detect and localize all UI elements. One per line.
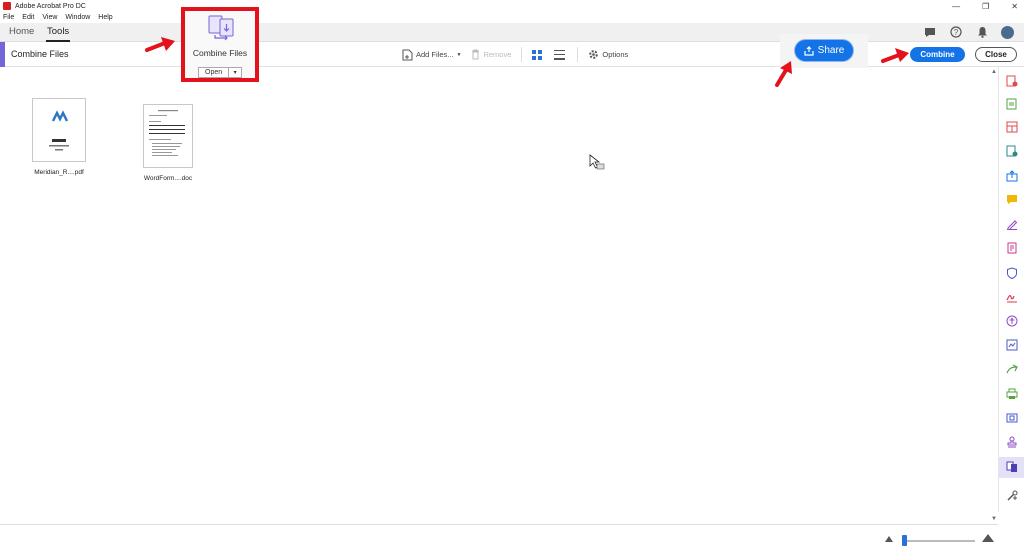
- comment-icon[interactable]: [923, 25, 937, 39]
- acrobat-app-icon: [3, 2, 11, 10]
- file-thumbnail-pdf[interactable]: Meridian_R....pdf: [28, 98, 93, 176]
- add-file-icon: [402, 49, 413, 60]
- menu-view[interactable]: View: [42, 14, 57, 21]
- toolbar-divider-2: [577, 47, 579, 62]
- combine-files-icon: [208, 15, 234, 41]
- menu-window[interactable]: Window: [65, 14, 90, 21]
- user-avatar[interactable]: [1001, 25, 1014, 39]
- compare-files-icon[interactable]: [1006, 339, 1018, 351]
- thumbnail-size-slider[interactable]: [905, 540, 975, 542]
- file-label: Meridian_R....pdf: [34, 169, 84, 176]
- mouse-cursor-icon: [589, 154, 605, 170]
- more-tools-icon[interactable]: [1006, 490, 1018, 502]
- organize-pages-icon[interactable]: [1006, 145, 1018, 157]
- remove-button[interactable]: Remove: [471, 49, 511, 60]
- stamp-icon[interactable]: [1006, 436, 1018, 448]
- toolbar-divider: [521, 47, 523, 62]
- arrow-to-share-icon: [775, 61, 792, 87]
- tab-tools[interactable]: Tools: [45, 26, 71, 42]
- tool-accent-bar: [0, 42, 5, 67]
- open-dropdown-icon[interactable]: ▾: [229, 68, 241, 77]
- tab-home[interactable]: Home: [9, 26, 34, 37]
- share-file-icon[interactable]: [1006, 170, 1018, 182]
- window-controls: — ❐ ✕: [952, 0, 1018, 12]
- print-production-icon[interactable]: [1006, 388, 1018, 400]
- add-files-label: Add Files...: [416, 50, 454, 59]
- notification-bell-icon[interactable]: [975, 25, 989, 39]
- menu-edit[interactable]: Edit: [22, 14, 34, 21]
- accessibility-icon[interactable]: [1006, 315, 1018, 327]
- document-text-lines-icon: [149, 110, 185, 156]
- close-button[interactable]: Close: [975, 47, 1017, 62]
- slider-handle[interactable]: [902, 535, 907, 546]
- menu-file[interactable]: File: [3, 14, 14, 21]
- meridian-logo-icon: [49, 110, 69, 151]
- tool-title: Combine Files: [11, 49, 69, 59]
- share-label: Share: [817, 45, 845, 56]
- open-button[interactable]: Open: [199, 68, 230, 77]
- combine-files-sidebar-icon[interactable]: [1006, 461, 1018, 473]
- restore-button[interactable]: ❐: [982, 2, 989, 11]
- svg-text:?: ?: [954, 28, 959, 37]
- share-icon: [804, 45, 814, 56]
- chevron-down-icon: ▼: [456, 51, 462, 58]
- prepare-form-icon[interactable]: [1006, 242, 1018, 254]
- export-pdf-icon[interactable]: [1006, 121, 1018, 133]
- gear-icon: [589, 50, 599, 59]
- options-button[interactable]: Options: [588, 49, 628, 60]
- scroll-up-icon[interactable]: ▲: [991, 69, 997, 75]
- options-label: Options: [602, 50, 629, 59]
- toolbar-actions: Add Files... ▼ Remove Options: [402, 46, 638, 63]
- scan-ocr-icon[interactable]: [1006, 412, 1018, 424]
- open-split-button[interactable]: Open ▾: [198, 67, 243, 78]
- bottom-status-bar: [0, 524, 998, 554]
- fill-sign-icon[interactable]: [1006, 218, 1018, 230]
- minimize-button[interactable]: —: [952, 2, 960, 11]
- create-pdf-icon[interactable]: [1006, 75, 1018, 87]
- pdf-page-thumbnail: [32, 98, 93, 169]
- window-title: Adobe Acrobat Pro DC: [15, 2, 86, 10]
- right-tools-sidebar: [998, 67, 1024, 512]
- file-label: WordForm....doc: [143, 175, 193, 182]
- protect-shield-icon[interactable]: [1006, 267, 1018, 279]
- scroll-down-icon[interactable]: ▼: [991, 516, 997, 522]
- edit-pdf-icon[interactable]: [1006, 98, 1018, 110]
- send-track-icon[interactable]: [1006, 364, 1018, 376]
- arrow-to-combine-files-icon: [145, 37, 175, 52]
- add-files-button[interactable]: Add Files... ▼: [402, 49, 461, 61]
- title-bar: Adobe Acrobat Pro DC — ❐ ✕: [0, 0, 1024, 12]
- comment-tool-icon[interactable]: [1006, 194, 1018, 206]
- combine-button[interactable]: Combine: [910, 47, 965, 62]
- menu-bar: File Edit View Window Help: [0, 12, 113, 23]
- combine-files-tool-highlight[interactable]: Combine Files Open ▾: [181, 7, 259, 82]
- trash-icon: [472, 49, 480, 60]
- combine-files-title: Combine Files: [192, 48, 248, 58]
- acrobat-window: Adobe Acrobat Pro DC — ❐ ✕ File Edit Vie…: [0, 0, 1024, 556]
- grid-view-icon[interactable]: [532, 49, 543, 60]
- header-right-icons: ?: [923, 25, 1014, 39]
- close-window-button[interactable]: ✕: [1011, 2, 1018, 11]
- request-signature-icon[interactable]: [1006, 291, 1018, 303]
- zoom-in-mountain-icon[interactable]: [982, 534, 994, 542]
- file-thumbnail-doc[interactable]: WordForm....doc: [140, 104, 196, 182]
- list-view-icon[interactable]: [554, 49, 566, 60]
- zoom-out-mountain-icon[interactable]: [885, 536, 893, 542]
- arrow-to-combine-button-icon: [881, 48, 909, 63]
- share-button[interactable]: Share: [795, 40, 853, 61]
- menu-help[interactable]: Help: [98, 14, 112, 21]
- remove-label: Remove: [483, 50, 512, 59]
- vertical-scrollbar[interactable]: ▲ ▼: [990, 67, 998, 524]
- doc-page-thumbnail: [143, 104, 193, 168]
- help-icon[interactable]: ?: [949, 25, 963, 39]
